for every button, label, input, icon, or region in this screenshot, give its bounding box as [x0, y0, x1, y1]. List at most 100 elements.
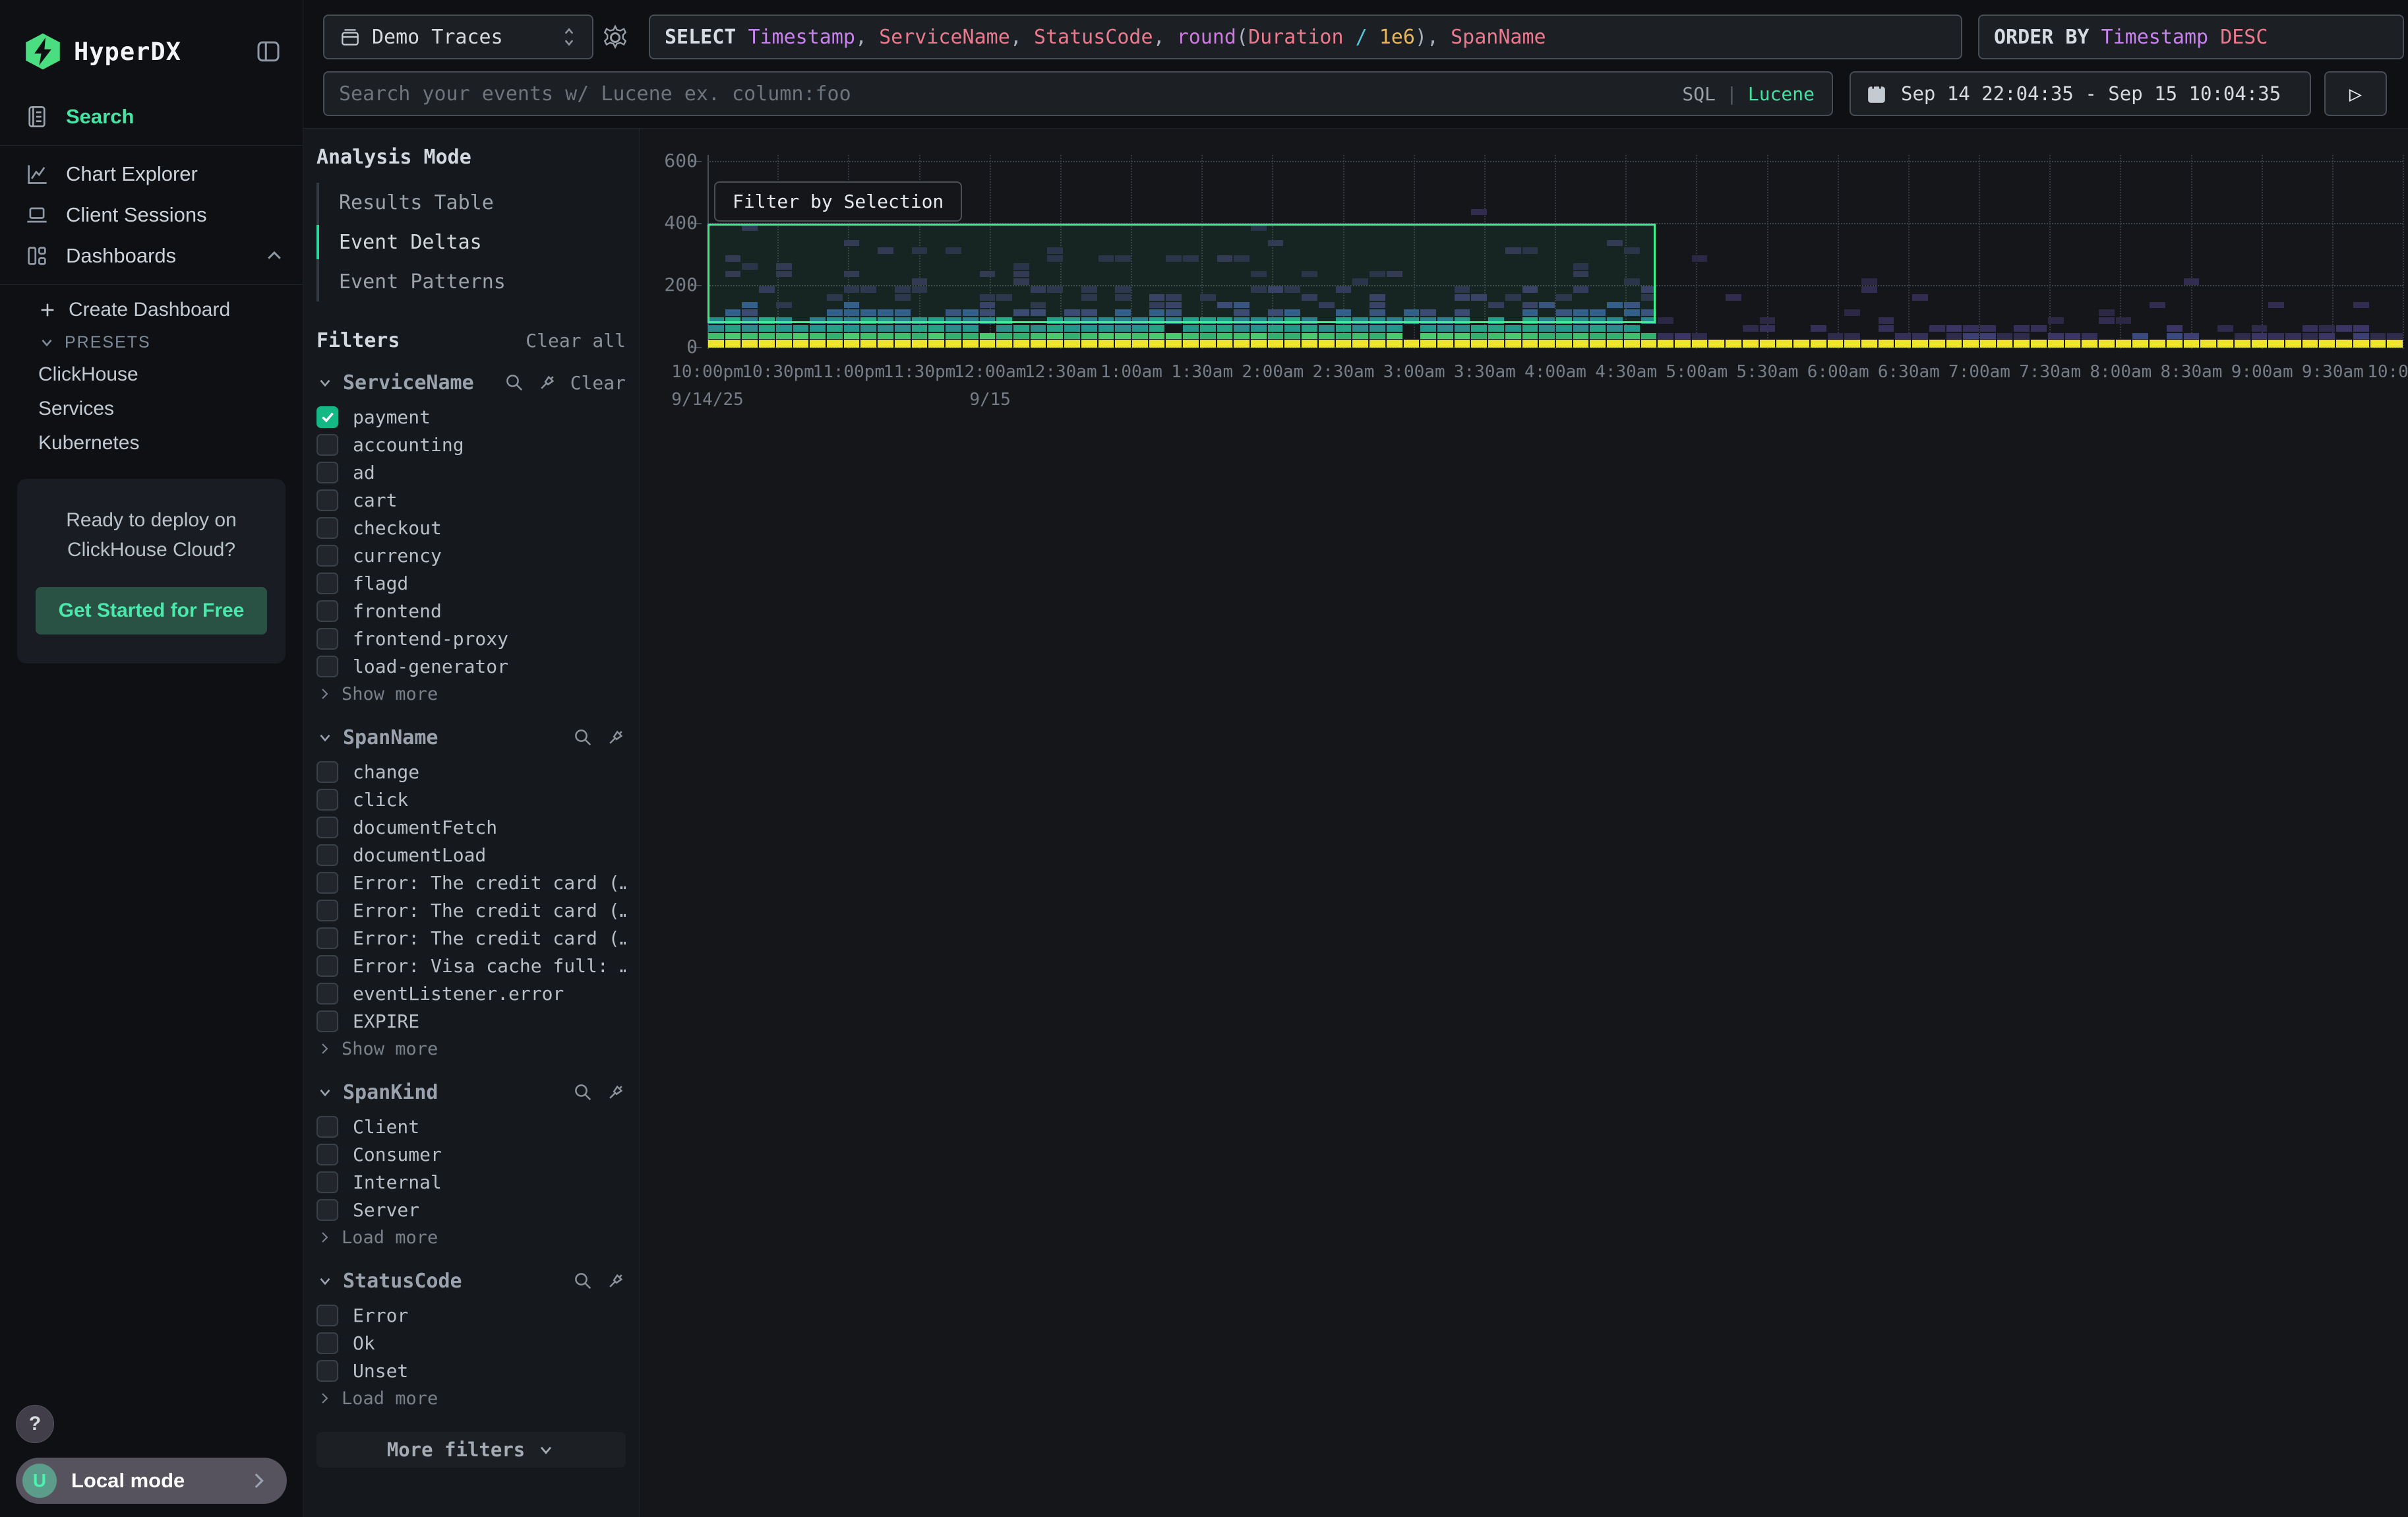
filter-checkbox-row[interactable]: documentFetch — [316, 813, 626, 841]
order-by-input[interactable]: ORDER BY Timestamp DESC — [1978, 15, 2404, 59]
filter-checkbox-row[interactable]: frontend-proxy — [316, 625, 626, 652]
filter-by-selection-tooltip[interactable]: Filter by Selection — [714, 181, 962, 222]
checkbox[interactable] — [316, 628, 338, 650]
sidebar-item-services[interactable]: Services — [29, 392, 303, 426]
filter-checkbox-row[interactable]: ad — [316, 458, 626, 486]
clear-filter-button[interactable]: Clear — [570, 372, 626, 394]
checkbox[interactable] — [316, 1199, 338, 1221]
sidebar-item-clickhouse[interactable]: ClickHouse — [29, 357, 303, 392]
filter-checkbox-row[interactable]: Server — [316, 1196, 626, 1223]
search-icon[interactable] — [504, 373, 524, 392]
filter-group-name[interactable]: ServiceName — [343, 371, 474, 394]
checkbox[interactable] — [316, 927, 338, 949]
analysis-tab-event-patterns[interactable]: Event Patterns — [319, 262, 626, 301]
analysis-tab-results-table[interactable]: Results Table — [319, 183, 626, 222]
presets-toggle[interactable]: PRESETS — [29, 327, 303, 357]
user-menu[interactable]: U Local mode — [16, 1458, 287, 1504]
analysis-tab-event-deltas[interactable]: Event Deltas — [319, 222, 626, 262]
chart-area[interactable]: 020040060010:00pm10:30pm11:00pm11:30pm12… — [640, 129, 2408, 1517]
checkbox[interactable] — [316, 656, 338, 677]
show-more-button[interactable]: Load more — [316, 1384, 626, 1412]
show-more-button[interactable]: Show more — [316, 680, 626, 708]
lucene-mode-toggle[interactable]: Lucene — [1748, 83, 1815, 105]
source-select[interactable]: Demo Traces — [323, 15, 593, 59]
checkbox[interactable] — [316, 1332, 338, 1354]
filter-checkbox-row[interactable]: Ok — [316, 1329, 626, 1357]
checkbox[interactable] — [316, 434, 338, 456]
sidebar-item-client-sessions[interactable]: Client Sessions — [0, 195, 303, 235]
checkbox[interactable] — [316, 900, 338, 921]
filter-checkbox-row[interactable]: documentLoad — [316, 841, 626, 869]
checkbox[interactable] — [316, 1171, 338, 1193]
selection-rectangle[interactable] — [707, 224, 1656, 323]
search-icon[interactable] — [573, 728, 593, 747]
filter-checkbox-row[interactable]: payment — [316, 403, 626, 431]
filter-checkbox-row[interactable]: EXPIRE — [316, 1007, 626, 1035]
sql-mode-toggle[interactable]: SQL — [1682, 83, 1716, 105]
filter-checkbox-row[interactable]: accounting — [316, 431, 626, 458]
checkbox-checked[interactable] — [316, 406, 338, 428]
filter-group-name[interactable]: SpanName — [343, 726, 438, 749]
filter-group-name[interactable]: StatusCode — [343, 1270, 462, 1293]
filter-checkbox-row[interactable]: currency — [316, 542, 626, 569]
checkbox[interactable] — [316, 761, 338, 783]
checkbox[interactable] — [316, 1360, 338, 1382]
chevron-down-icon[interactable] — [316, 729, 334, 746]
filter-checkbox-row[interactable]: flagd — [316, 569, 626, 597]
filter-checkbox-row[interactable]: click — [316, 786, 626, 813]
sidebar-item-search[interactable]: Search — [0, 96, 303, 137]
filter-checkbox-row[interactable]: frontend — [316, 597, 626, 625]
sidebar-item-kubernetes[interactable]: Kubernetes — [29, 426, 303, 460]
filter-checkbox-row[interactable]: Error: Visa cache full: … — [316, 952, 626, 979]
filter-checkbox-row[interactable]: Consumer — [316, 1140, 626, 1168]
checkbox[interactable] — [316, 983, 338, 1005]
checkbox[interactable] — [316, 517, 338, 539]
help-button[interactable]: ? — [16, 1405, 54, 1443]
filter-checkbox-row[interactable]: Client — [316, 1113, 626, 1140]
checkbox[interactable] — [316, 955, 338, 977]
search-icon[interactable] — [573, 1082, 593, 1102]
filter-checkbox-row[interactable]: load-generator — [316, 652, 626, 680]
checkbox[interactable] — [316, 872, 338, 894]
create-dashboard-button[interactable]: Create Dashboard — [29, 293, 303, 327]
pin-icon[interactable] — [537, 373, 557, 392]
checkbox[interactable] — [316, 844, 338, 866]
chevron-down-icon[interactable] — [316, 1084, 334, 1101]
settings-gear-icon[interactable] — [601, 24, 629, 51]
checkbox[interactable] — [316, 1010, 338, 1032]
filter-checkbox-row[interactable]: checkout — [316, 514, 626, 542]
show-more-button[interactable]: Load more — [316, 1223, 626, 1251]
checkbox[interactable] — [316, 573, 338, 594]
sidebar-item-dashboards[interactable]: Dashboards — [0, 235, 303, 276]
more-filters-button[interactable]: More filters — [316, 1432, 626, 1468]
filter-checkbox-row[interactable]: Error — [316, 1301, 626, 1329]
filter-group-name[interactable]: SpanKind — [343, 1081, 438, 1104]
search-input[interactable] — [339, 82, 1682, 106]
checkbox[interactable] — [316, 545, 338, 567]
sidebar-item-chart-explorer[interactable]: Chart Explorer — [0, 154, 303, 195]
filter-checkbox-row[interactable]: Unset — [316, 1357, 626, 1384]
sql-select-input[interactable]: SELECT Timestamp, ServiceName, StatusCod… — [649, 15, 1962, 59]
show-more-button[interactable]: Show more — [316, 1035, 626, 1063]
run-query-button[interactable]: ▷ — [2324, 71, 2387, 116]
checkbox[interactable] — [316, 817, 338, 838]
checkbox[interactable] — [316, 600, 338, 622]
filter-checkbox-row[interactable]: Error: The credit card (… — [316, 869, 626, 896]
get-started-button[interactable]: Get Started for Free — [36, 587, 267, 635]
checkbox[interactable] — [316, 1305, 338, 1326]
clear-all-button[interactable]: Clear all — [526, 330, 626, 352]
filter-checkbox-row[interactable]: cart — [316, 486, 626, 514]
chevron-down-icon[interactable] — [316, 374, 334, 391]
pin-icon[interactable] — [606, 1271, 626, 1291]
sidebar-collapse-icon[interactable] — [255, 38, 282, 65]
checkbox[interactable] — [316, 462, 338, 483]
date-range-picker[interactable]: Sep 14 22:04:35 - Sep 15 10:04:35 — [1850, 71, 2311, 116]
filter-checkbox-row[interactable]: eventListener.error — [316, 979, 626, 1007]
filter-checkbox-row[interactable]: Internal — [316, 1168, 626, 1196]
checkbox[interactable] — [316, 489, 338, 511]
pin-icon[interactable] — [606, 728, 626, 747]
pin-icon[interactable] — [606, 1082, 626, 1102]
filter-checkbox-row[interactable]: Error: The credit card (… — [316, 896, 626, 924]
checkbox[interactable] — [316, 789, 338, 811]
filter-checkbox-row[interactable]: Error: The credit card (… — [316, 924, 626, 952]
